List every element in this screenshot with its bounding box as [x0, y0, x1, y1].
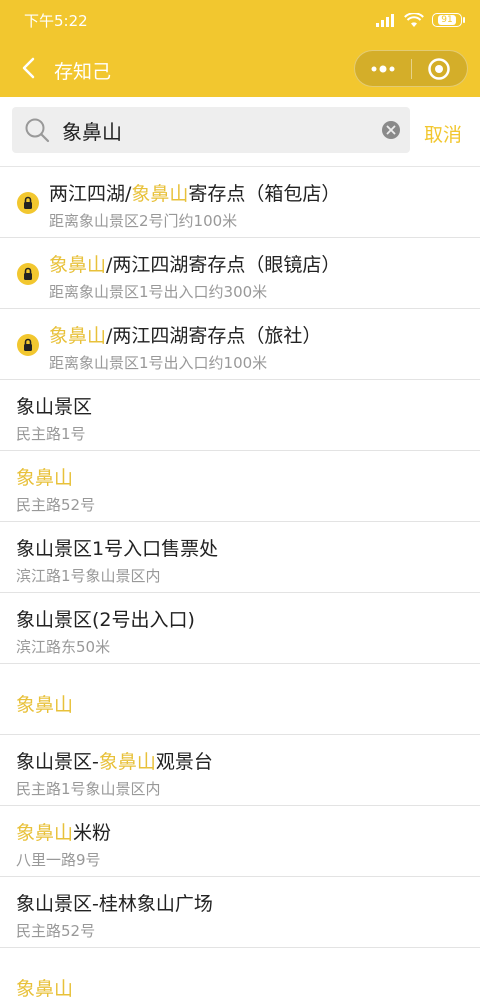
luggage-lock-icon — [17, 334, 39, 356]
search-bar: 象鼻山 取消 — [0, 97, 480, 167]
result-address: 民主路1号象山景区内 — [16, 780, 161, 798]
target-icon — [428, 57, 450, 80]
title-text: 象山景区-桂林象山广场 — [16, 893, 213, 915]
luggage-lock-icon — [17, 263, 39, 285]
place-result-item[interactable]: 象山景区-桂林象山广场民主路52号 — [0, 877, 480, 948]
signal-icon — [376, 14, 394, 27]
title-text: /两江四湖寄存点（旅社） — [106, 325, 322, 347]
keyword-highlight: 象鼻山 — [16, 694, 74, 716]
battery-icon: 91 — [432, 13, 465, 27]
search-icon — [25, 118, 50, 143]
result-title: 象山景区-象鼻山观景台 — [16, 747, 213, 774]
result-address: 滨江路东50米 — [16, 638, 111, 656]
status-icons: 91 — [376, 11, 465, 29]
keyword-highlight: 象鼻山 — [16, 978, 74, 999]
top-header: 下午5:22 91 存知己 — [0, 0, 480, 97]
chevron-left-icon — [22, 57, 35, 79]
result-title: 两江四湖/象鼻山寄存点（箱包店） — [49, 179, 340, 206]
result-address: 民主路1号 — [16, 425, 86, 443]
back-button[interactable] — [14, 54, 42, 82]
storage-point-item[interactable]: 象鼻山/两江四湖寄存点（旅社） 距离象山景区1号出入口约100米 — [0, 309, 480, 380]
result-address: 民主路52号 — [16, 922, 96, 940]
keyword-highlight: 象鼻山 — [16, 822, 74, 844]
title-text: 象山景区1号入口售票处 — [16, 538, 219, 560]
title-text: 观景台 — [155, 751, 213, 773]
battery-level: 91 — [438, 15, 456, 25]
title-text: 象山景区(2号出入口) — [16, 609, 195, 631]
result-title: 象鼻山 — [16, 690, 73, 717]
result-title: 象山景区 — [16, 392, 92, 419]
miniprogram-capsule — [354, 50, 468, 87]
result-title: 象鼻山 — [16, 463, 73, 490]
result-title: 象鼻山 — [16, 974, 73, 999]
keyword-highlight: 象鼻山 — [49, 254, 107, 276]
more-button[interactable] — [355, 51, 411, 86]
more-dots-icon — [371, 65, 395, 72]
place-result-item[interactable]: 象山景区-象鼻山观景台民主路1号象山景区内 — [0, 735, 480, 806]
result-address: 距离象山景区2号门约100米 — [49, 212, 238, 230]
result-address: 距离象山景区1号出入口约300米 — [49, 283, 268, 301]
status-time: 下午5:22 — [24, 12, 88, 30]
place-result-item[interactable]: 象山景区(2号出入口) 滨江路东50米 — [0, 593, 480, 664]
result-address: 距离象山景区1号出入口约100米 — [49, 354, 268, 372]
title-text: 寄存点（箱包店） — [188, 183, 341, 205]
place-result-item[interactable]: 象山景区民主路1号 — [0, 380, 480, 451]
page-title: 存知己 — [54, 61, 112, 83]
place-result-item[interactable]: 象山景区1号入口售票处滨江路1号象山景区内 — [0, 522, 480, 593]
wifi-icon — [404, 12, 424, 27]
keyword-highlight: 象鼻山 — [49, 325, 107, 347]
place-result-item[interactable]: 象鼻山 — [0, 664, 480, 735]
status-bar: 下午5:22 91 — [0, 0, 480, 40]
keyword-highlight: 象鼻山 — [131, 183, 189, 205]
result-title: 象鼻山/两江四湖寄存点（眼镜店） — [49, 250, 340, 277]
result-address: 民主路52号 — [16, 496, 96, 514]
title-text: /两江四湖寄存点（眼镜店） — [106, 254, 341, 276]
storage-point-item[interactable]: 两江四湖/象鼻山寄存点（箱包店） 距离象山景区2号门约100米 — [0, 167, 480, 238]
clear-icon[interactable] — [382, 121, 400, 139]
navigation-bar: 存知己 — [0, 40, 480, 97]
title-text: 象山景区- — [16, 751, 99, 773]
title-text: 两江四湖/ — [49, 183, 132, 205]
close-miniprogram-button[interactable] — [411, 51, 467, 86]
result-title: 象山景区-桂林象山广场 — [16, 889, 213, 916]
search-input[interactable]: 象鼻山 — [62, 107, 372, 153]
storage-point-item[interactable]: 象鼻山/两江四湖寄存点（眼镜店） 距离象山景区1号出入口约300米 — [0, 238, 480, 309]
keyword-highlight: 象鼻山 — [98, 751, 156, 773]
place-result-item[interactable]: 象鼻山 — [0, 948, 480, 999]
results-list: 两江四湖/象鼻山寄存点（箱包店） 距离象山景区2号门约100米 象鼻山/两江四湖寄存… — [0, 167, 480, 999]
result-title: 象鼻山米粉 — [16, 818, 111, 845]
search-box[interactable]: 象鼻山 — [12, 107, 410, 153]
result-title: 象鼻山/两江四湖寄存点（旅社） — [49, 321, 321, 348]
cancel-button[interactable]: 取消 — [424, 120, 462, 147]
result-address: 滨江路1号象山景区内 — [16, 567, 161, 585]
result-title: 象山景区(2号出入口) — [16, 605, 195, 632]
place-result-item[interactable]: 象鼻山米粉八里一路9号 — [0, 806, 480, 877]
title-text: 象山景区 — [16, 396, 93, 418]
luggage-lock-icon — [17, 192, 39, 214]
result-title: 象山景区1号入口售票处 — [16, 534, 218, 561]
place-result-item[interactable]: 象鼻山民主路52号 — [0, 451, 480, 522]
result-address: 八里一路9号 — [16, 851, 101, 869]
keyword-highlight: 象鼻山 — [16, 467, 74, 489]
title-text: 米粉 — [73, 822, 112, 844]
